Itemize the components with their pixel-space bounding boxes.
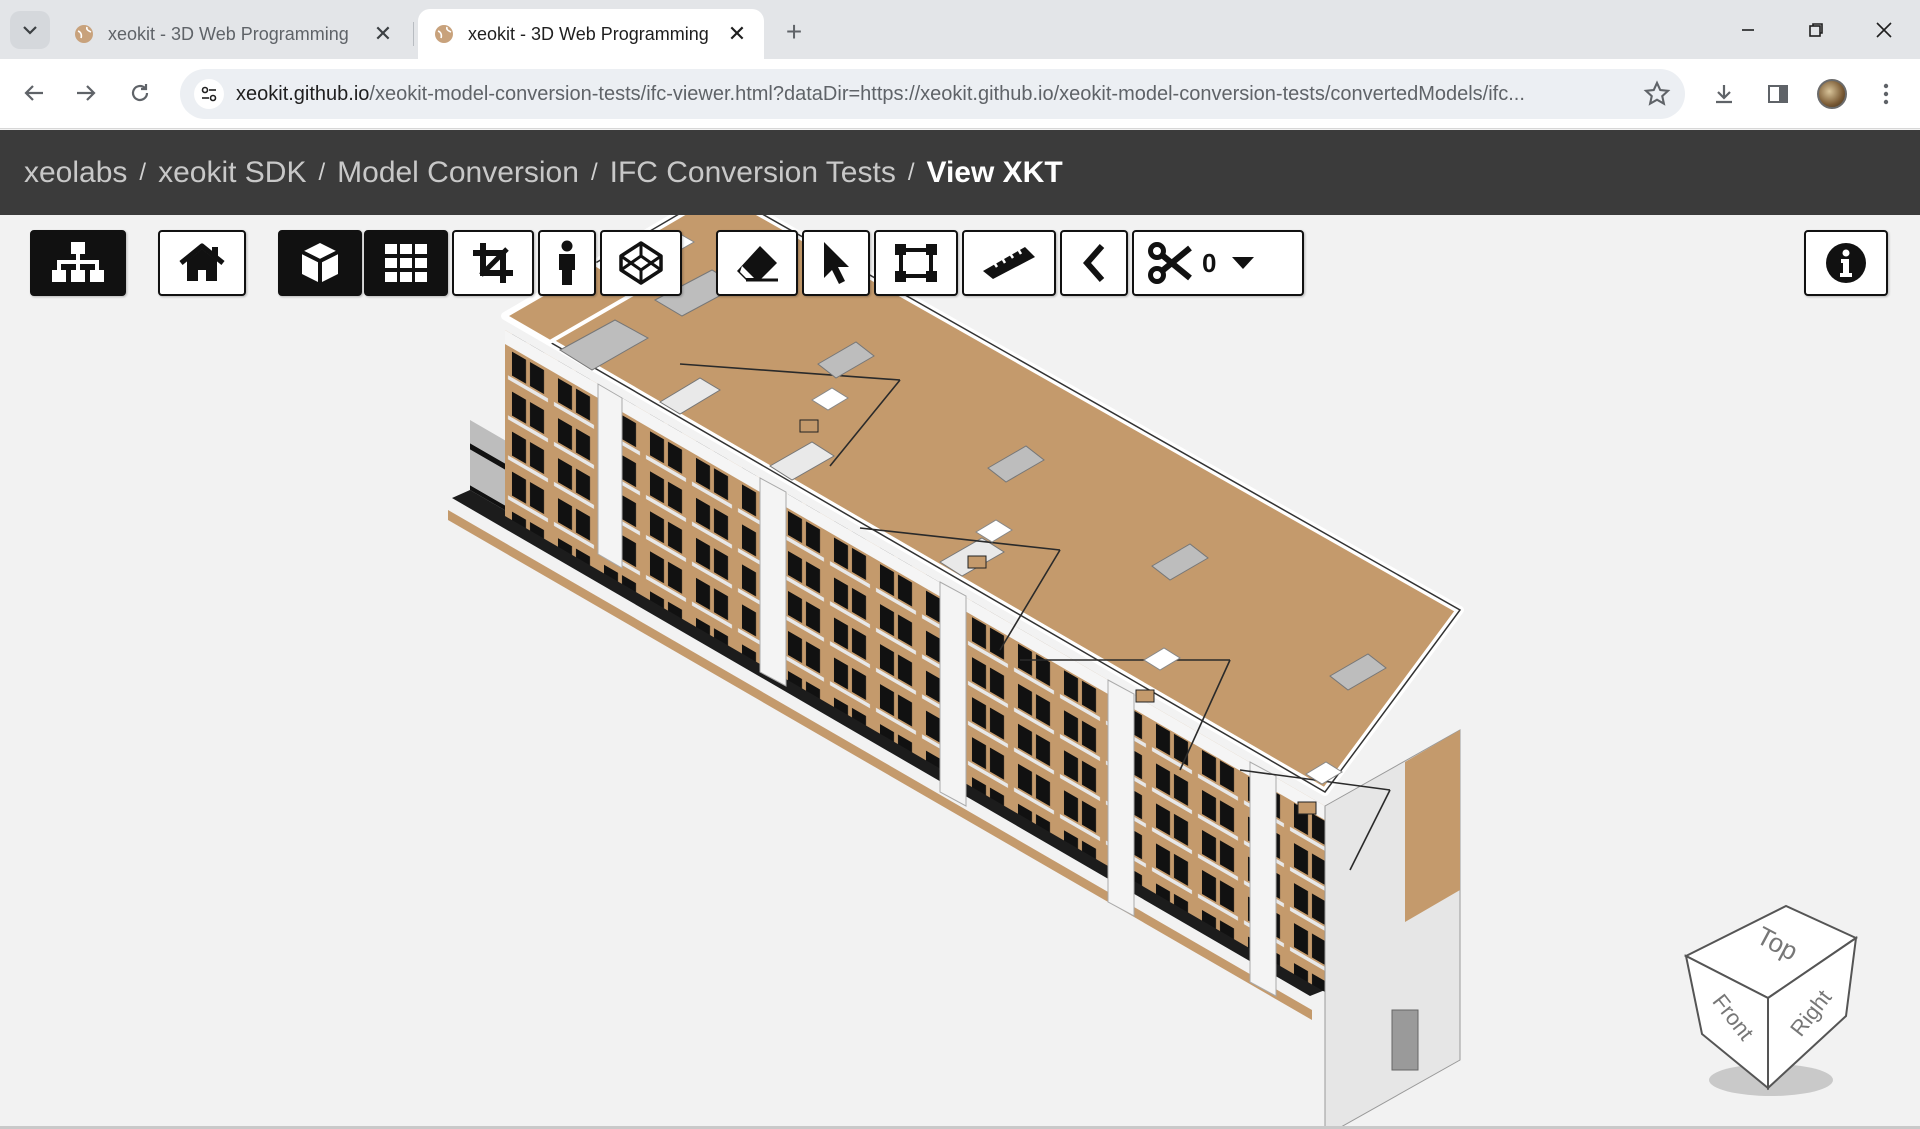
close-window-button[interactable] (1856, 8, 1912, 52)
measure-button[interactable] (962, 230, 1056, 296)
reload-button[interactable] (120, 73, 160, 113)
site-settings-icon[interactable] (194, 79, 224, 109)
browser-tab-strip: xeokit - 3D Web Programming ✕ xeokit - 3… (0, 0, 1920, 59)
chevron-down-icon (23, 26, 37, 35)
tab-search-button[interactable] (10, 11, 50, 49)
globe-icon (75, 25, 93, 43)
fit-view-button[interactable] (452, 230, 534, 296)
new-tab-button[interactable]: + (776, 14, 812, 50)
browser-menu-button[interactable] (1866, 74, 1906, 114)
reset-view-button[interactable] (158, 230, 246, 296)
breadcrumb-item-xeokit-sdk[interactable]: xeokit SDK (158, 156, 306, 190)
eraser-icon (737, 246, 778, 282)
forward-button[interactable] (66, 73, 106, 113)
kebab-menu-icon (1883, 83, 1889, 105)
breadcrumb: xeolabs / xeokit SDK / Model Conversion … (0, 130, 1920, 215)
url-text[interactable]: xeokit.github.io/xeokit-model-conversion… (236, 69, 1626, 119)
back-button[interactable] (14, 73, 54, 113)
xray-button[interactable] (600, 230, 682, 296)
restore-button[interactable] (1788, 8, 1844, 52)
home-icon (179, 243, 225, 281)
cube-icon (301, 243, 339, 283)
downloads-button[interactable] (1704, 74, 1744, 114)
globe-icon (435, 25, 453, 43)
info-button[interactable] (1804, 230, 1888, 296)
page-title: View XKT (926, 155, 1063, 189)
arrow-right-icon (77, 85, 96, 101)
grid-icon (385, 244, 427, 282)
browser-toolbar: xeokit.github.io/xeokit-model-conversion… (0, 59, 1920, 129)
scissors-icon (1148, 242, 1192, 284)
download-icon (1716, 85, 1732, 104)
codepen-cube-icon (619, 241, 663, 285)
explorer-toggle-button[interactable] (30, 230, 126, 296)
minimize-button[interactable] (1720, 8, 1776, 52)
tab-1[interactable]: xeokit - 3D Web Programming ✕ (58, 9, 410, 59)
select-tool-button[interactable] (802, 230, 870, 296)
breadcrumb-item-model-conversion[interactable]: Model Conversion (337, 156, 579, 190)
sitemap-icon (52, 242, 104, 282)
profile-button[interactable] (1812, 74, 1852, 114)
marquee-select-icon (895, 244, 937, 282)
minimize-icon (1742, 29, 1754, 31)
close-tab-icon[interactable]: ✕ (372, 21, 394, 47)
marquee-select-button[interactable] (874, 230, 958, 296)
breadcrumb-separator: / (318, 158, 326, 186)
nav-cube[interactable]: Top Front Right (1676, 900, 1866, 1100)
star-icon[interactable] (1643, 80, 1671, 108)
first-person-button[interactable] (538, 230, 596, 296)
side-panel-button[interactable] (1758, 74, 1798, 114)
hide-tool-button[interactable] (716, 230, 798, 296)
end-wall-accent (1405, 730, 1460, 922)
address-bar[interactable]: xeokit.github.io/xeokit-model-conversion… (180, 69, 1685, 119)
url-path: /xeokit-model-conversion-tests/ifc-viewe… (369, 83, 1525, 105)
info-icon (1826, 243, 1866, 283)
url-host: xeokit.github.io (236, 83, 370, 105)
breadcrumb-separator: / (139, 158, 147, 186)
section-tool-button[interactable]: 0 (1132, 230, 1304, 296)
caret-down-icon[interactable] (1230, 255, 1256, 271)
close-icon (1876, 22, 1892, 38)
breadcrumb-separator: / (907, 158, 915, 186)
pointer-icon (824, 242, 849, 284)
person-icon (559, 240, 575, 285)
ruler-icon (983, 247, 1035, 279)
arrow-left-icon (24, 85, 43, 101)
viewer-page: xeolabs / xeokit SDK / Model Conversion … (0, 130, 1920, 1127)
side-panel-icon (1768, 85, 1788, 103)
ortho-button[interactable] (364, 230, 448, 296)
tab-2-active[interactable]: xeokit - 3D Web Programming ✕ (418, 9, 764, 59)
section-plane-count: 0 (1202, 247, 1217, 278)
breadcrumb-separator: / (590, 158, 598, 186)
breadcrumb-item-ifc-conversion-tests[interactable]: IFC Conversion Tests (610, 156, 896, 190)
entrance-door (1391, 1009, 1419, 1071)
avatar (1817, 79, 1847, 109)
breadcrumb-item-xeolabs[interactable]: xeolabs (24, 156, 127, 190)
crop-icon (473, 243, 513, 283)
tab-title: xeokit - 3D Web Programming (108, 23, 349, 44)
reload-icon (131, 84, 149, 102)
tab-title: xeokit - 3D Web Programming (468, 23, 709, 44)
chevron-left-icon (1082, 244, 1105, 282)
tab-divider (413, 22, 414, 46)
restore-icon (1809, 23, 1823, 37)
previous-view-button[interactable] (1060, 230, 1128, 296)
close-tab-icon[interactable]: ✕ (726, 21, 748, 47)
perspective-button[interactable] (278, 230, 362, 296)
